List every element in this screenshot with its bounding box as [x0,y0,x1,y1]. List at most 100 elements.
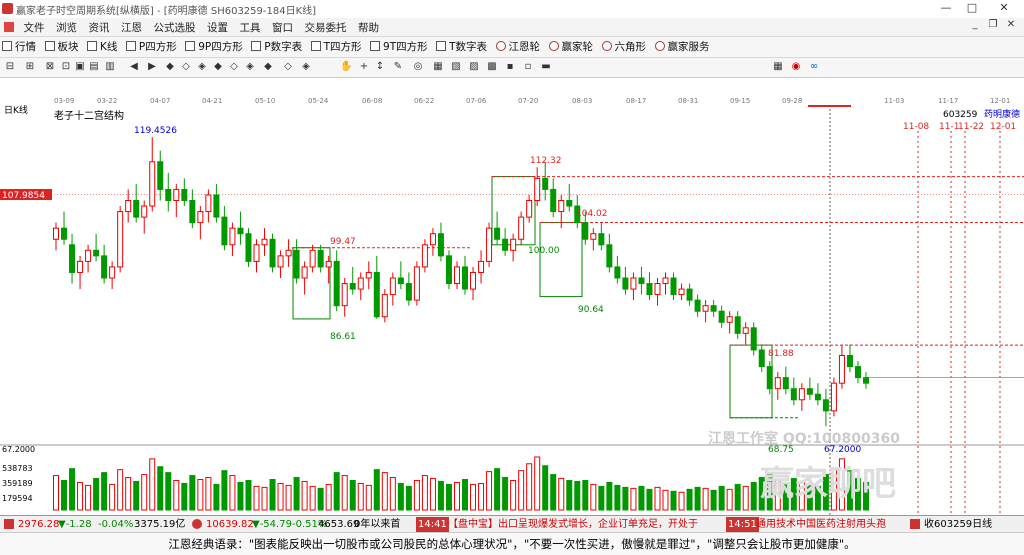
draw-tool-26-icon[interactable]: ▨ [468,61,480,73]
volume-bar [389,477,396,511]
tool-t-square[interactable]: T四方形 [309,38,365,56]
draw-tool-19-icon[interactable]: ✋ [340,61,352,73]
menu-trade[interactable]: 交易委托 [301,18,351,37]
tool-service[interactable]: 赢家服务 [653,38,713,56]
draw-tool-27-icon[interactable]: ▩ [486,61,498,73]
candle-body [413,266,420,301]
draw-tool-4-icon[interactable]: ⊡ [60,61,72,73]
draw-tool-12-icon[interactable]: ◈ [196,61,208,73]
news-item-2[interactable]: 通用技术中国医药注射用头孢 [756,516,898,533]
candle-body [157,161,164,190]
candle-body [125,200,132,213]
draw-tool-18-icon[interactable]: ◈ [300,61,312,73]
mdi-restore-button[interactable]: ❐ [986,19,1000,33]
tool-kline[interactable]: K线 [85,38,120,56]
candle-body [85,249,92,262]
tool-gann-wheel[interactable]: 江恩轮 [494,38,544,56]
tool-p-table[interactable]: P数字表 [249,38,305,56]
tool-hexagon[interactable]: 六角形 [600,38,650,56]
draw-tool-16-icon[interactable]: ◆ [262,61,274,73]
grid-toggle-icon[interactable]: ▦ [772,61,784,73]
mdi-minimize-button[interactable]: _ [968,19,982,33]
candle-body [462,266,469,290]
draw-tool-10-icon[interactable]: ◆ [164,61,176,73]
menu-help[interactable]: 帮助 [354,18,383,37]
menu-settings[interactable]: 设置 [203,18,232,37]
candle-body [429,233,436,246]
sh-index-icon [4,519,14,529]
tool-t-table[interactable]: T数字表 [434,38,490,56]
draw-tool-23-icon[interactable]: ◎ [412,61,424,73]
close-button[interactable]: ✕ [994,1,1014,17]
candle-body [205,194,212,213]
future-date-1: 11-08 [903,122,929,132]
tool-9p-square[interactable]: 9P四方形 [183,38,246,56]
maximize-button[interactable]: □ [962,1,982,17]
draw-tool-3-icon[interactable]: ⊠ [44,61,56,73]
tool-9t-square[interactable]: 9T四方形 [368,38,431,56]
draw-tool-28-icon[interactable]: ▪ [504,61,516,73]
volume-bar [542,465,549,511]
menu-formula[interactable]: 公式选股 [150,18,200,37]
menu-window[interactable]: 窗口 [268,18,297,37]
candle-body [686,288,693,301]
draw-tool-15-icon[interactable]: ◈ [244,61,256,73]
infinity-icon[interactable]: ∞ [808,61,820,73]
menu-gann[interactable]: 江恩 [117,18,146,37]
draw-tool-5-icon[interactable]: ▣ [74,61,86,73]
app-menu-icon[interactable] [4,22,14,32]
sz-index[interactable]: 10639.82 [206,516,254,533]
sh-index[interactable]: 2976.28 [18,516,59,533]
draw-tool-2-icon[interactable]: ⊞ [24,61,36,73]
draw-tool-29-icon[interactable]: ▫ [522,61,534,73]
news-time-1: 14:41 [416,517,449,532]
draw-tool-25-icon[interactable]: ▧ [450,61,462,73]
candle-body [317,249,324,268]
date-label: 11-03 [884,97,905,105]
draw-tool-8-icon[interactable]: ◀ [128,61,140,73]
minimize-button[interactable]: — [936,1,956,17]
cycle-icon[interactable]: ◉ [790,61,802,73]
volume-bar [197,479,204,511]
menu-browse[interactable]: 浏览 [52,18,81,37]
tool-p-square[interactable]: P四方形 [124,38,180,56]
date-label: 06-22 [414,97,435,105]
menu-tools[interactable]: 工具 [236,18,265,37]
draw-tool-6-icon[interactable]: ▤ [88,61,100,73]
draw-tool-14-icon[interactable]: ◇ [228,61,240,73]
tool-sector[interactable]: 板块 [43,38,82,56]
volume-bars [53,456,869,511]
draw-tool-20-icon[interactable]: + [358,61,370,73]
draw-tool-22-icon[interactable]: ✎ [392,61,404,73]
tool-winner-wheel[interactable]: 赢家轮 [547,38,597,56]
draw-tool-13-icon[interactable]: ◆ [212,61,224,73]
draw-tool-30-icon[interactable]: ▬ [540,61,552,73]
sz-index-icon [192,519,202,529]
mdi-close-button[interactable]: ✕ [1004,19,1018,33]
menu-info[interactable]: 资讯 [85,18,114,37]
candle-body [606,244,613,268]
volume-bar [421,475,428,511]
sz-change: ▼-54.79 [252,519,292,530]
menu-file[interactable]: 文件 [20,18,49,37]
draw-tool-17-icon[interactable]: ◇ [282,61,294,73]
level-112: 112.32 [530,156,562,166]
kline-chart[interactable]: 日K线 老子十二宫结构 603259 药明康德 江恩工作室 QQ:1008003… [0,105,1024,515]
candle-body [213,194,220,218]
draw-tool-1-icon[interactable]: ⊟ [4,61,16,73]
tool-quotes[interactable]: 行情 [0,38,39,56]
candle-body [470,271,477,290]
candle-body [518,216,525,240]
volume-bar [694,486,701,511]
news-item-1[interactable]: 【盘中宝】出口呈现爆发式增长，企业订单充足，开处于 [448,516,698,533]
draw-tool-9-icon[interactable]: ▶ [146,61,158,73]
news-time-2: 14:51 [726,517,759,532]
draw-tool-24-icon[interactable]: ▦ [432,61,444,73]
date-label: 06-08 [362,97,383,105]
volume-bar [646,488,653,511]
volume-bar [53,475,59,511]
draw-tool-7-icon[interactable]: ▥ [104,61,116,73]
draw-tool-11-icon[interactable]: ◇ [180,61,192,73]
draw-tool-21-icon[interactable]: ↕ [374,61,386,73]
volume-bar [173,479,180,511]
